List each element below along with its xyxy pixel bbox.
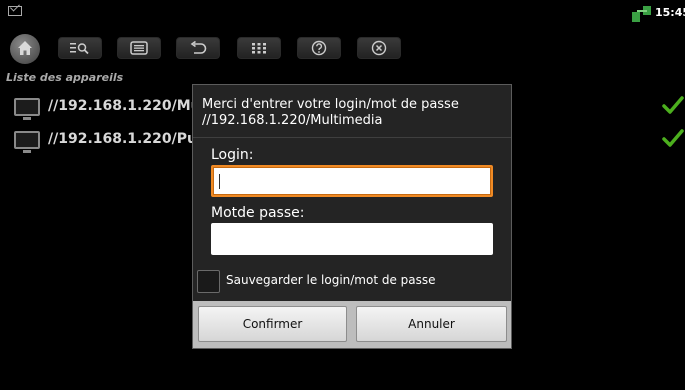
grid-button[interactable] [237, 37, 281, 59]
dialog-title-line2: //192.168.1.220/Multimedia [202, 113, 383, 128]
dialog-divider [193, 137, 511, 138]
status-time: 15:45 [655, 6, 685, 19]
status-bar: 15:45 [0, 0, 685, 26]
home-icon [18, 41, 32, 55]
back-button[interactable] [176, 37, 220, 59]
dialog-title: Merci d'entrer votre login/mot de passe … [202, 97, 459, 129]
list-button[interactable] [117, 37, 161, 59]
home-button[interactable] [10, 34, 40, 64]
check-icon [662, 129, 684, 147]
check-icon [662, 96, 684, 114]
network-icon [632, 6, 652, 22]
device-path: //192.168.1.220/Publ [48, 131, 212, 147]
password-field[interactable] [211, 223, 493, 255]
dialog-button-bar: Confirmer Annuler [193, 301, 511, 348]
login-dialog: Merci d'entrer votre login/mot de passe … [192, 84, 512, 349]
search-list-button[interactable] [58, 37, 102, 59]
cancel-button[interactable]: Annuler [356, 306, 507, 342]
monitor-icon [14, 98, 40, 120]
help-button[interactable] [297, 37, 341, 59]
close-button[interactable] [357, 37, 401, 59]
grid-icon [252, 43, 266, 54]
password-label: Motde passe: [211, 205, 305, 221]
remember-checkbox[interactable] [197, 270, 220, 293]
text-caret [219, 174, 220, 189]
list-icon [130, 41, 148, 55]
close-icon [371, 40, 387, 56]
monitor-icon [14, 131, 40, 153]
confirm-button[interactable]: Confirmer [198, 306, 347, 342]
login-field[interactable] [211, 165, 493, 197]
mail-icon[interactable] [8, 6, 22, 16]
search-list-icon [70, 43, 89, 55]
login-label: Login: [211, 147, 254, 163]
back-icon [190, 41, 207, 54]
device-path: //192.168.1.220/Mult [48, 98, 213, 114]
dialog-title-line1: Merci d'entrer votre login/mot de passe [202, 97, 459, 112]
help-icon [311, 40, 327, 56]
remember-label[interactable]: Sauvegarder le login/mot de passe [226, 273, 436, 287]
device-list-header: Liste des appareils [6, 71, 124, 84]
toolbar [0, 34, 685, 64]
